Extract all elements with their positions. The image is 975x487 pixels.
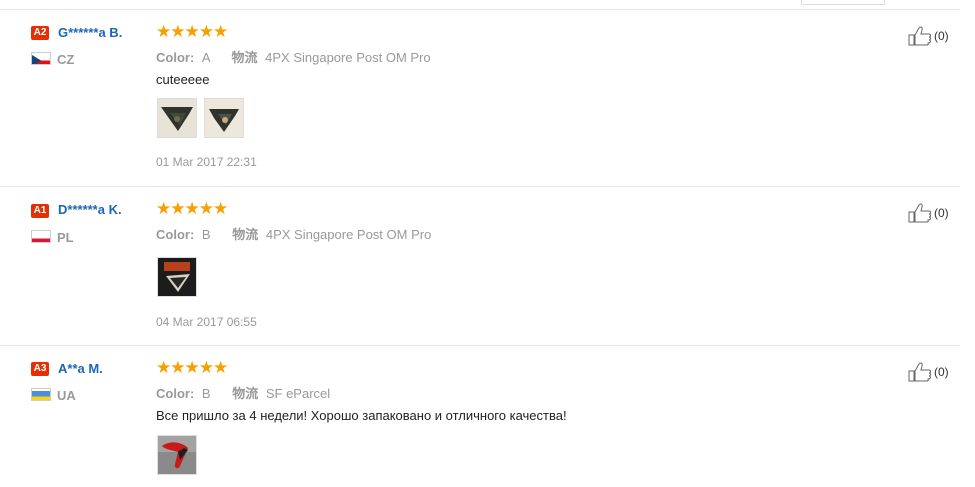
color-value: B	[201, 227, 211, 242]
color-label: Color:	[156, 227, 195, 242]
review-photo-thumbnail[interactable]	[157, 435, 197, 475]
logistics-label: 物流	[231, 50, 258, 65]
buyer-level-badge: A1	[31, 204, 49, 218]
review-date: 04 Mar 2017 06:55	[156, 315, 257, 329]
review-photo-thumbnail[interactable]	[157, 98, 197, 138]
buyer-country: UA	[57, 388, 76, 403]
buyer-level-badge: A2	[31, 26, 49, 40]
top-divider	[0, 9, 960, 10]
thumbs-up-icon	[908, 362, 931, 382]
review-date: 01 Mar 2017 22:31	[156, 155, 257, 169]
logistics-label: 物流	[232, 386, 259, 401]
review-text: cuteeeee	[156, 72, 210, 87]
review-text: Все пришло за 4 недели! Хорошо запакован…	[156, 408, 567, 423]
flag-cz-icon	[31, 52, 51, 65]
flag-ua-icon	[31, 388, 51, 401]
helpful-button[interactable]: (0)	[908, 203, 949, 223]
sort-control[interactable]	[801, 0, 885, 5]
thumbs-up-icon	[908, 26, 931, 46]
helpful-button[interactable]: (0)	[908, 26, 949, 46]
review-photo-thumbnail[interactable]	[157, 257, 197, 297]
helpful-count: (0)	[934, 365, 949, 379]
review-divider	[0, 186, 960, 187]
star-rating: ★★★★★	[156, 358, 228, 377]
logistics-value: SF eParcel	[265, 386, 331, 401]
logistics-value: 4PX Singapore Post OM Pro	[265, 50, 431, 65]
order-info: Color: B 物流 4PX Singapore Post OM Pro	[156, 224, 431, 243]
logistics-value: 4PX Singapore Post OM Pro	[265, 227, 432, 242]
buyer-level-badge: A3	[31, 362, 49, 376]
helpful-button[interactable]: (0)	[908, 362, 949, 382]
order-info: Color: B 物流 SF eParcel	[156, 383, 330, 402]
star-rating: ★★★★★	[156, 22, 228, 41]
color-value: A	[201, 50, 210, 65]
flag-pl-icon	[31, 230, 51, 243]
review-photo-thumbnail[interactable]	[204, 98, 244, 138]
buyer-country: CZ	[57, 52, 75, 67]
color-label: Color:	[156, 50, 195, 65]
star-rating: ★★★★★	[156, 199, 228, 218]
buyer-country: PL	[57, 230, 74, 245]
buyer-name[interactable]: G******a B.	[58, 25, 122, 40]
thumbs-up-icon	[908, 203, 931, 223]
helpful-count: (0)	[934, 206, 949, 220]
logistics-label: 物流	[232, 227, 259, 242]
buyer-name[interactable]: A**a M.	[58, 361, 103, 376]
order-info: Color: A 物流 4PX Singapore Post OM Pro	[156, 47, 431, 66]
buyer-name[interactable]: D******a K.	[58, 202, 122, 217]
color-label: Color:	[156, 386, 195, 401]
color-value: B	[201, 386, 211, 401]
helpful-count: (0)	[934, 29, 949, 43]
review-divider	[0, 345, 960, 346]
